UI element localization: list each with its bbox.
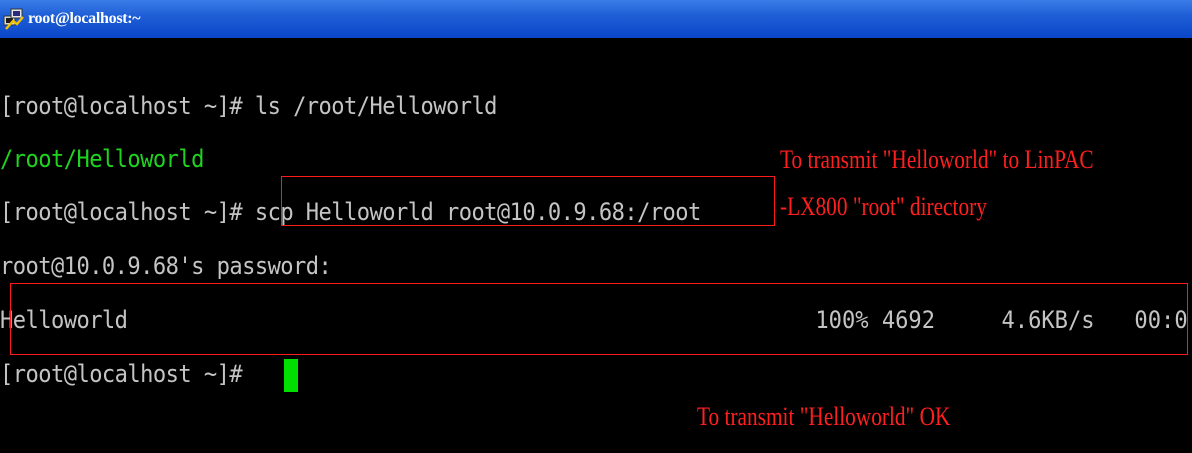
command-text: ls /root/Helloworld [254,92,498,120]
password-prompt: root@10.0.9.68's password: [0,252,332,280]
shell-prompt: [root@localhost ~]# [0,198,255,226]
terminal-line-1: [root@localhost ~]# ls /root/Helloworld [0,92,497,120]
ok-annotation: To transmit "Helloworld" OK [697,402,951,431]
shell-prompt: [root@localhost ~]# [0,360,255,388]
terminal-line-6: [root@localhost ~]# [0,360,255,388]
terminal-line-4: root@10.0.9.68's password: [0,252,332,280]
terminal-screen[interactable]: [root@localhost ~]# ls /root/Helloworld … [0,38,1192,453]
scp-annotation-line-1: To transmit "Helloworld" to LinPAC [780,145,1094,174]
scp-command-highlight-box [281,176,775,226]
putty-terminal-icon[interactable] [3,7,25,31]
window-title: root@localhost:~ [28,10,141,27]
transfer-result-highlight-box [10,283,1188,355]
terminal-line-2: /root/Helloworld [0,145,204,173]
ls-output: /root/Helloworld [0,145,204,173]
scp-annotation-line-2: -LX800 "root" directory [780,192,987,221]
terminal-cursor [284,359,298,392]
window-titlebar[interactable]: root@localhost:~ [0,0,1192,38]
shell-prompt: [root@localhost ~]# [0,92,255,120]
